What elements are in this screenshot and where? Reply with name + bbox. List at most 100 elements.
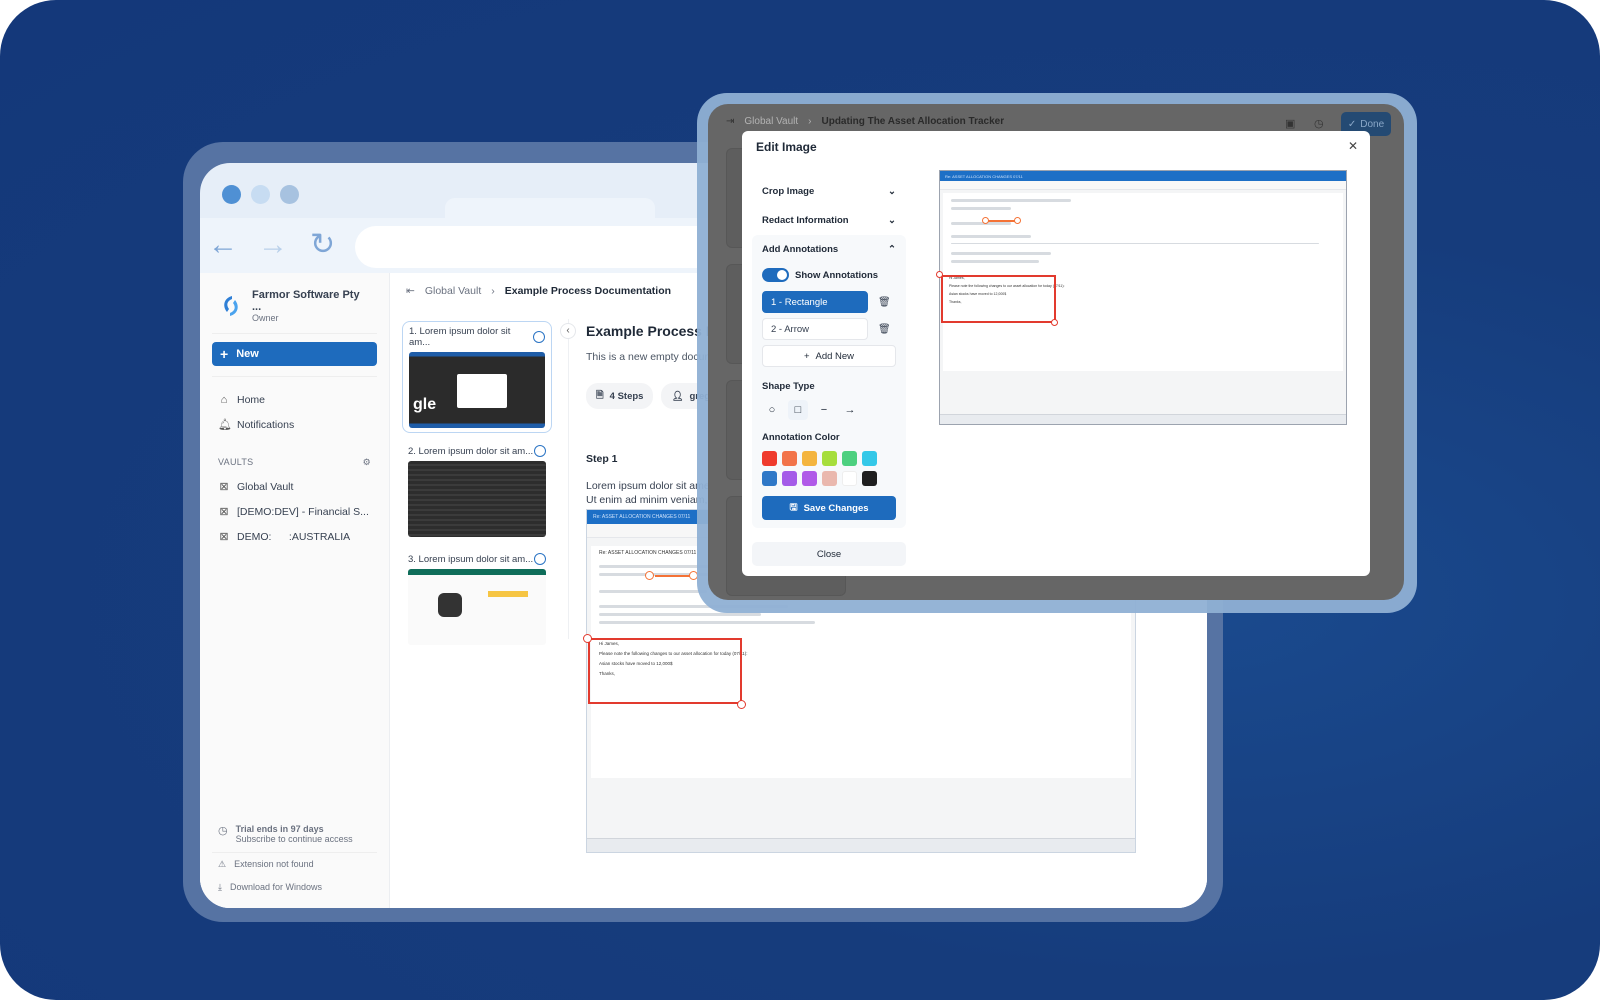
color-swatch[interactable] bbox=[782, 451, 797, 466]
step-checkbox[interactable] bbox=[533, 331, 545, 343]
annotation-handle[interactable] bbox=[982, 217, 989, 224]
save-changes-button[interactable]: 🖫 Save Changes bbox=[762, 496, 896, 520]
annotation-rectangle[interactable] bbox=[588, 638, 742, 704]
annotation-handle[interactable] bbox=[583, 634, 592, 643]
step-label: 1. Lorem ipsum dolor sit am... bbox=[409, 326, 511, 348]
color-swatch[interactable] bbox=[842, 471, 857, 486]
annotation-handle[interactable] bbox=[737, 700, 746, 709]
extension-label: Extension not found bbox=[234, 859, 314, 869]
arrow-right-icon[interactable]: → bbox=[258, 230, 288, 260]
annotation-handle[interactable] bbox=[936, 271, 943, 278]
edit-image-dialog: Edit Image ✕ Crop Image ⌄ Redact Informa… bbox=[742, 131, 1370, 576]
breadcrumb-separator: › bbox=[491, 285, 495, 297]
vault-icon: ⊠ bbox=[219, 506, 229, 518]
circle-shape-icon[interactable]: ○ bbox=[762, 400, 782, 420]
step-checkbox[interactable] bbox=[534, 553, 546, 565]
color-swatch[interactable] bbox=[862, 451, 877, 466]
org-name: Farmor Software Pty ... bbox=[252, 289, 360, 313]
breadcrumb-parent[interactable]: Global Vault bbox=[425, 285, 481, 297]
sidebar-item-vault[interactable]: ⊠ DEMO: :AUSTRALIA bbox=[212, 524, 377, 549]
collapse-sidebar-icon[interactable]: ⇤ bbox=[406, 285, 415, 297]
arrow-shape-icon[interactable]: → bbox=[840, 400, 860, 420]
step-label: 2. Lorem ipsum dolor sit am... bbox=[408, 445, 534, 457]
color-swatch[interactable] bbox=[822, 471, 837, 486]
save-label: Save Changes bbox=[803, 502, 869, 514]
step-card[interactable]: 2. Lorem ipsum dolor sit am... bbox=[402, 441, 552, 541]
annotation-item: 2 - Arrow 🗑︎ bbox=[752, 318, 906, 340]
step-checkbox[interactable] bbox=[534, 445, 546, 457]
window-dot-close[interactable] bbox=[222, 185, 241, 204]
color-swatch[interactable] bbox=[762, 451, 777, 466]
editor-breadcrumb: ⇥ Global Vault › Updating The Asset Allo… bbox=[726, 116, 1004, 127]
annotation-rectangle[interactable] bbox=[941, 275, 1056, 323]
shape-type-options: ○ □ − → bbox=[752, 400, 906, 420]
toggle-label: Show Annotations bbox=[795, 269, 879, 281]
steps-count-chip: 🗎 4 Steps bbox=[586, 383, 654, 409]
plus-icon: + bbox=[803, 350, 810, 362]
save-icon: 🖫 bbox=[789, 502, 798, 513]
annotation-item-button[interactable]: 1 - Rectangle bbox=[762, 291, 868, 313]
sidebar-item-home[interactable]: ⌂ Home bbox=[212, 387, 377, 412]
add-annotations-header[interactable]: Add Annotations ⌃ bbox=[752, 235, 906, 264]
trial-notice[interactable]: ◷ Trial ends in 97 days Subscribe to con… bbox=[212, 818, 377, 853]
step-thumbnail bbox=[408, 461, 546, 537]
step-card[interactable]: 3. Lorem ipsum dolor sit am... bbox=[402, 549, 552, 649]
section-label: Crop Image bbox=[762, 186, 815, 197]
trash-icon[interactable]: 🗑︎ bbox=[878, 297, 891, 308]
window-dot-maximize[interactable] bbox=[280, 185, 299, 204]
redact-information-section[interactable]: Redact Information ⌄ bbox=[752, 206, 906, 235]
window-dot-minimize[interactable] bbox=[251, 185, 270, 204]
step-thumbnail bbox=[408, 569, 546, 645]
new-button[interactable]: + New bbox=[212, 342, 377, 366]
download-icon: ⤓ bbox=[218, 882, 222, 892]
trash-icon[interactable]: 🗑︎ bbox=[878, 324, 891, 335]
collapse-steps-button[interactable]: ‹ bbox=[560, 323, 576, 339]
download-link[interactable]: ⤓ Download for Windows bbox=[212, 876, 377, 899]
annotation-handle[interactable] bbox=[645, 571, 654, 580]
sidebar-footer: ◷ Trial ends in 97 days Subscribe to con… bbox=[212, 818, 377, 899]
line-shape-icon[interactable]: − bbox=[814, 400, 834, 420]
color-swatch[interactable] bbox=[802, 451, 817, 466]
image-icon[interactable]: ▣ bbox=[1285, 117, 1295, 130]
expand-sidebar-icon[interactable]: ⇥ bbox=[726, 116, 734, 127]
home-icon: ⌂ bbox=[220, 393, 228, 406]
color-swatch[interactable] bbox=[862, 471, 877, 486]
add-new-label: Add New bbox=[815, 350, 855, 362]
gear-icon[interactable]: ⚙ bbox=[363, 457, 371, 468]
crop-image-section[interactable]: Crop Image ⌄ bbox=[752, 177, 906, 206]
screenshot-taskbar bbox=[587, 838, 1135, 852]
sidebar-item-notifications[interactable]: 🔔︎ Notifications bbox=[212, 412, 377, 437]
section-label: Add Annotations bbox=[762, 244, 839, 255]
history-icon[interactable]: ◷ bbox=[1314, 117, 1324, 130]
annotation-arrow[interactable] bbox=[988, 220, 1016, 222]
preview-taskbar bbox=[940, 414, 1346, 424]
org-switcher[interactable]: Farmor Software Pty ... Owner bbox=[212, 285, 377, 334]
color-swatch[interactable] bbox=[842, 451, 857, 466]
arrow-left-icon[interactable]: ← bbox=[208, 230, 238, 260]
sidebar-item-vault[interactable]: ⊠ [DEMO:DEV] - Financial S... bbox=[212, 499, 377, 524]
color-palette bbox=[752, 451, 906, 486]
annotation-handle[interactable] bbox=[1051, 319, 1058, 326]
chevron-up-icon: ⌃ bbox=[888, 244, 896, 255]
annotation-arrow[interactable] bbox=[655, 575, 693, 577]
rectangle-shape-icon[interactable]: □ bbox=[788, 400, 808, 420]
close-icon[interactable]: ✕ bbox=[1348, 139, 1358, 153]
breadcrumb-parent[interactable]: Global Vault bbox=[744, 116, 798, 127]
color-swatch[interactable] bbox=[762, 471, 777, 486]
add-new-button[interactable]: + Add New bbox=[762, 345, 896, 367]
new-label: New bbox=[236, 348, 259, 360]
color-swatch[interactable] bbox=[802, 471, 817, 486]
step-card[interactable]: 1. Lorem ipsum dolor sit am... gle bbox=[402, 321, 552, 433]
image-preview[interactable]: Re: ASSET ALLOCATION CHANGES 07/11 Hi Ja… bbox=[936, 170, 1347, 425]
annotation-handle[interactable] bbox=[1014, 217, 1021, 224]
reload-icon[interactable]: ↻ bbox=[310, 230, 335, 260]
annotation-item-button[interactable]: 2 - Arrow bbox=[762, 318, 868, 340]
color-swatch[interactable] bbox=[782, 471, 797, 486]
show-annotations-toggle[interactable]: Show Annotations bbox=[752, 264, 906, 286]
bell-icon: 🔔︎ bbox=[218, 419, 232, 431]
close-button[interactable]: Close bbox=[752, 542, 906, 566]
sidebar-item-vault[interactable]: ⊠ Global Vault bbox=[212, 474, 377, 499]
breadcrumb-current: Example Process Documentation bbox=[504, 285, 672, 297]
toggle-switch[interactable] bbox=[762, 268, 789, 282]
color-swatch[interactable] bbox=[822, 451, 837, 466]
